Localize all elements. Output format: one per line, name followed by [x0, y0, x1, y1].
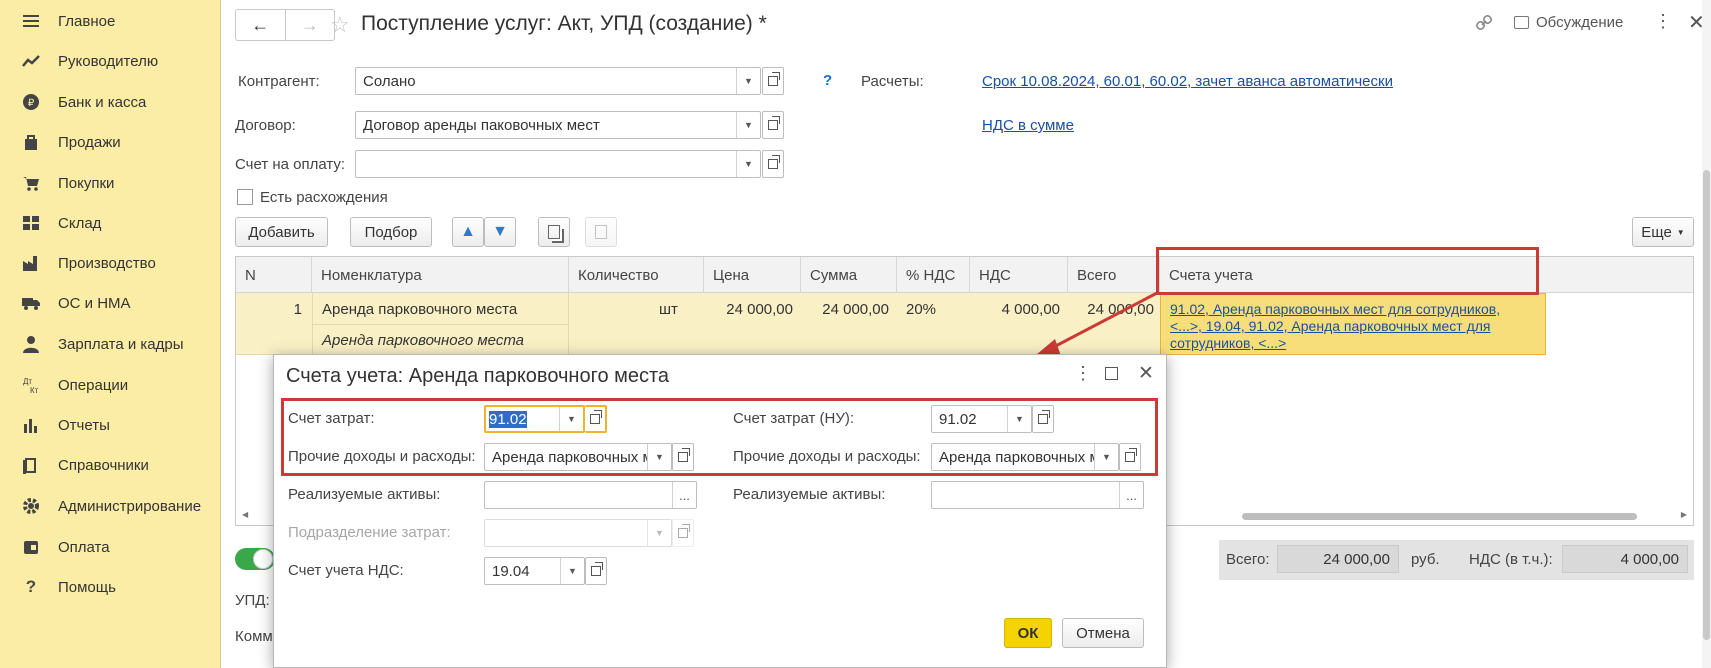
more-menu-icon[interactable]: ⋮	[1074, 363, 1092, 384]
ok-button[interactable]: ОК	[1004, 618, 1052, 648]
select-ellipsis-button[interactable]: ...	[672, 482, 696, 508]
dialog-title: Счета учета: Аренда парковочного места	[286, 365, 670, 387]
vat-account-label: Счет учета НДС:	[288, 562, 404, 579]
accounts-dialog: Счета учета: Аренда парковочного места ⋮…	[273, 354, 1167, 668]
vat-account-value: 19.04	[492, 562, 530, 580]
select-ellipsis-button[interactable]: ...	[1119, 482, 1143, 508]
division-label: Подразделение затрат:	[288, 524, 451, 541]
maximize-icon[interactable]	[1105, 367, 1118, 380]
assets-nu-field[interactable]: ...	[931, 481, 1144, 509]
assets-nu-label: Реализуемые активы:	[733, 486, 886, 503]
close-icon[interactable]: ✕	[1138, 362, 1154, 385]
assets-label: Реализуемые активы:	[288, 486, 441, 503]
dropdown-icon[interactable]: ▼	[560, 558, 584, 584]
highlight-frame	[281, 398, 1158, 476]
cancel-button[interactable]: Отмена	[1062, 618, 1144, 648]
division-field: ▼	[484, 519, 672, 547]
dropdown-icon: ▼	[647, 520, 671, 546]
vat-account-field[interactable]: 19.04 ▼	[484, 557, 585, 585]
open-icon	[672, 519, 694, 547]
open-icon[interactable]	[585, 557, 607, 585]
assets-field[interactable]: ...	[484, 481, 697, 509]
